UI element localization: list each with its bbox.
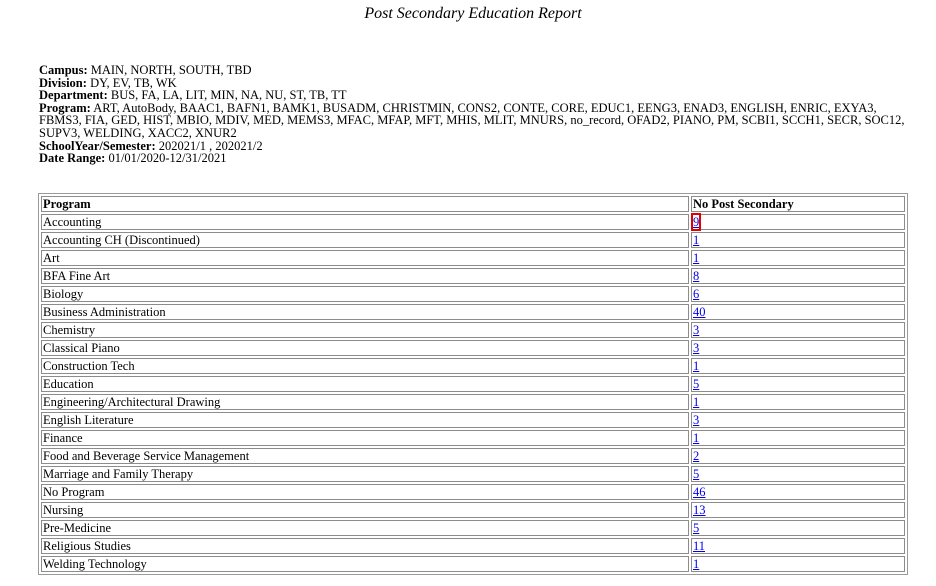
no-post-secondary-cell: 6 <box>691 286 905 302</box>
no-post-secondary-cell: 2 <box>691 448 905 464</box>
table-row: Engineering/Architectural Drawing 1 <box>41 394 905 410</box>
no-post-secondary-count-link[interactable]: 46 <box>693 485 706 499</box>
table-row: English Literature 3 <box>41 412 905 428</box>
no-post-secondary-cell: 3 <box>691 322 905 338</box>
no-post-secondary-count-link[interactable]: 5 <box>693 377 699 391</box>
no-post-secondary-cell: 8 <box>691 268 905 284</box>
table-row: Art 1 <box>41 250 905 266</box>
table-row: Pre-Medicine 5 <box>41 520 905 536</box>
table-header-row: Program No Post Secondary <box>41 196 905 212</box>
no-post-secondary-count-link[interactable]: 8 <box>693 269 699 283</box>
no-post-secondary-count-link[interactable]: 1 <box>693 251 699 265</box>
program-name-cell: Welding Technology <box>41 556 689 572</box>
report-criteria: Campus: MAIN, NORTH, SOUTH, TBD Division… <box>39 64 909 165</box>
program-name-cell: No Program <box>41 484 689 500</box>
program-name-cell: Accounting <box>41 214 689 230</box>
table-row: Classical Piano 3 <box>41 340 905 356</box>
program-name-cell: Nursing <box>41 502 689 518</box>
no-post-secondary-count-link[interactable]: 1 <box>693 359 699 373</box>
no-post-secondary-cell: 1 <box>691 250 905 266</box>
no-post-secondary-cell: 1 <box>691 232 905 248</box>
column-header-no-post-secondary: No Post Secondary <box>691 196 905 212</box>
table-row: Biology 6 <box>41 286 905 302</box>
program-name-cell: Chemistry <box>41 322 689 338</box>
no-post-secondary-cell: 5 <box>691 376 905 392</box>
program-name-cell: Classical Piano <box>41 340 689 356</box>
program-name-cell: Finance <box>41 430 689 446</box>
no-post-secondary-count-link[interactable]: 11 <box>693 539 705 553</box>
table-row: Accounting 9 <box>41 213 905 231</box>
table-row: Welding Technology 1 <box>41 556 905 572</box>
table-row: Construction Tech 1 <box>41 358 905 374</box>
program-name-cell: Education <box>41 376 689 392</box>
program-name-cell: Accounting CH (Discontinued) <box>41 232 689 248</box>
program-name-cell: Religious Studies <box>41 538 689 554</box>
table-row: BFA Fine Art 8 <box>41 268 905 284</box>
table-row: Food and Beverage Service Management 2 <box>41 448 905 464</box>
no-post-secondary-count-link[interactable]: 3 <box>693 323 699 337</box>
no-post-secondary-cell: 40 <box>691 304 905 320</box>
report-title: Post Secondary Education Report <box>364 5 582 22</box>
no-post-secondary-cell: 1 <box>691 358 905 374</box>
no-post-secondary-cell: 3 <box>691 340 905 356</box>
report-table: Program No Post Secondary Accounting 9 Acc… <box>38 193 908 575</box>
program-name-cell: Engineering/Architectural Drawing <box>41 394 689 410</box>
no-post-secondary-cell: 11 <box>691 538 905 554</box>
program-name-cell: Construction Tech <box>41 358 689 374</box>
no-post-secondary-count-link[interactable]: 1 <box>693 233 699 247</box>
no-post-secondary-count-link[interactable]: 1 <box>693 395 699 409</box>
table-row: Business Administration 40 <box>41 304 905 320</box>
column-header-program: Program <box>41 196 689 212</box>
table-row: Education 5 <box>41 376 905 392</box>
program-name-cell: Food and Beverage Service Management <box>41 448 689 464</box>
no-post-secondary-cell: 1 <box>691 430 905 446</box>
no-post-secondary-count-link[interactable]: 6 <box>693 287 699 301</box>
program-name-cell: Business Administration <box>41 304 689 320</box>
table-row: No Program 46 <box>41 484 905 500</box>
table-row: Finance 1 <box>41 430 905 446</box>
no-post-secondary-cell: 5 <box>691 466 905 482</box>
no-post-secondary-cell: 3 <box>691 412 905 428</box>
no-post-secondary-count-link[interactable]: 1 <box>693 557 699 571</box>
no-post-secondary-cell: 9 <box>690 213 905 231</box>
program-name-cell: BFA Fine Art <box>41 268 689 284</box>
no-post-secondary-count-link[interactable]: 1 <box>693 431 699 445</box>
table-row: Chemistry 3 <box>41 322 905 338</box>
no-post-secondary-cell: 1 <box>691 394 905 410</box>
program-name-cell: Pre-Medicine <box>41 520 689 536</box>
no-post-secondary-cell: 13 <box>691 502 905 518</box>
no-post-secondary-count-link[interactable]: 9 <box>690 213 702 231</box>
no-post-secondary-count-link[interactable]: 3 <box>693 413 699 427</box>
no-post-secondary-count-link[interactable]: 5 <box>693 467 699 481</box>
no-post-secondary-count-link[interactable]: 2 <box>693 449 699 463</box>
program-name-cell: Biology <box>41 286 689 302</box>
table-row: Accounting CH (Discontinued) 1 <box>41 232 905 248</box>
criteria-program: Program: ART, AutoBody, BAAC1, BAFN1, BA… <box>39 100 905 140</box>
table-row: Nursing 13 <box>41 502 905 518</box>
program-name-cell: Art <box>41 250 689 266</box>
table-row: Marriage and Family Therapy 5 <box>41 466 905 482</box>
no-post-secondary-cell: 5 <box>691 520 905 536</box>
report-table-body: Accounting 9 Accounting CH (Discontinued) 1… <box>41 213 905 572</box>
program-name-cell: English Literature <box>41 412 689 428</box>
no-post-secondary-cell: 46 <box>691 484 905 500</box>
no-post-secondary-count-link[interactable]: 3 <box>693 341 699 355</box>
program-name-cell: Marriage and Family Therapy <box>41 466 689 482</box>
no-post-secondary-count-link[interactable]: 40 <box>693 305 706 319</box>
no-post-secondary-cell: 1 <box>691 556 905 572</box>
no-post-secondary-count-link[interactable]: 13 <box>693 503 706 517</box>
table-row: Religious Studies 11 <box>41 538 905 554</box>
criteria-date-range: Date Range: 01/01/2020-12/31/2021 <box>39 151 227 166</box>
no-post-secondary-count-link[interactable]: 5 <box>693 521 699 535</box>
